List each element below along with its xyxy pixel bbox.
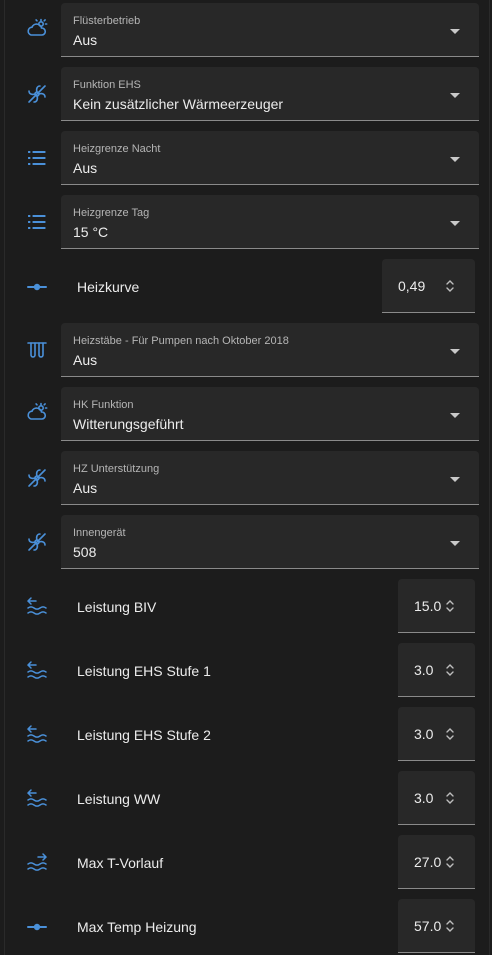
select-value: 508 [73,544,97,560]
slider-icon [23,913,51,941]
entities-card: Flüsterbetrieb Aus Funktion EHS Kein zus… [4,0,490,955]
dropdown-arrow-icon[interactable] [450,29,460,34]
dropdown-arrow-icon[interactable] [450,157,460,162]
heat-pump-off-icon [23,528,51,556]
number-value: 3.0 [414,726,434,742]
leistung-biv-input[interactable]: 15.0 [398,579,475,633]
select-label: Heizgrenze Nacht [73,143,161,155]
water-arrow-left-icon [23,593,51,621]
slider-icon [23,273,51,301]
select-label: Flüsterbetrieb [73,15,141,27]
leistung-ehs-stufe-1-input[interactable]: 3.0 [398,643,475,697]
dropdown-arrow-icon[interactable] [450,221,460,226]
number-label: Max T-Vorlauf [77,855,164,871]
number-value: 3.0 [414,790,434,806]
number-value: 0,49 [398,278,426,294]
spin-arrows-icon[interactable] [445,790,455,806]
heizgrenze-tag-select[interactable]: Heizgrenze Tag 15 °C [61,195,479,249]
hz-unterstuetzung-select[interactable]: HZ Unterstützung Aus [61,451,479,505]
innengeraet-select[interactable]: Innengerät 508 [61,515,479,569]
heizkurve-input[interactable]: 0,49 [382,259,475,313]
number-value: 57.0 [414,918,442,934]
spin-arrows-icon[interactable] [445,918,455,934]
max-temp-heizung-input[interactable]: 57.0 [398,899,475,953]
heat-pump-off-icon [23,464,51,492]
dropdown-arrow-icon[interactable] [450,93,460,98]
select-label: HZ Unterstützung [73,463,160,475]
radiator-heating-rod-icon [23,336,51,364]
spin-arrows-icon[interactable] [445,726,455,742]
weather-partly-cloudy-icon [23,400,51,428]
number-label: Max Temp Heizung [77,919,197,935]
fluesterbetrieb-select[interactable]: Flüsterbetrieb Aus [61,3,479,57]
select-value: Witterungsgeführt [73,416,184,432]
number-label: Leistung EHS Stufe 2 [77,727,211,743]
select-value: Kein zusätzlicher Wärmeerzeuger [73,96,284,112]
spin-arrows-icon[interactable] [445,278,455,294]
number-label: Leistung EHS Stufe 1 [77,663,211,679]
spin-arrows-icon[interactable] [445,662,455,678]
number-label: Leistung WW [77,791,161,807]
dropdown-arrow-icon[interactable] [450,477,460,482]
select-label: Funktion EHS [73,79,141,91]
spin-arrows-icon[interactable] [445,854,455,870]
leistung-ehs-stufe-2-input[interactable]: 3.0 [398,707,475,761]
select-value: Aus [73,480,98,496]
dropdown-arrow-icon[interactable] [450,541,460,546]
heizstaebe-select[interactable]: Heizstäbe - Für Pumpen nach Oktober 2018… [61,323,479,377]
number-value: 3.0 [414,662,434,678]
leistung-ww-input[interactable]: 3.0 [398,771,475,825]
number-value: 15.0 [414,598,442,614]
heizgrenze-nacht-select[interactable]: Heizgrenze Nacht Aus [61,131,479,185]
heat-pump-off-icon [23,80,51,108]
number-label: Heizkurve [77,279,140,295]
dropdown-arrow-icon[interactable] [450,349,460,354]
dropdown-arrow-icon[interactable] [450,413,460,418]
hk-funktion-select[interactable]: HK Funktion Witterungsgeführt [61,387,479,441]
select-label: Innengerät [73,527,126,539]
format-list-icon [23,208,51,236]
select-label: Heizgrenze Tag [73,207,150,219]
water-arrow-left-icon [23,657,51,685]
funktion-ehs-select[interactable]: Funktion EHS Kein zusätzlicher Wärmeerze… [61,67,479,121]
number-value: 27.0 [414,854,442,870]
number-label: Leistung BIV [77,599,157,615]
water-arrow-left-icon [23,721,51,749]
select-value: Aus [73,32,98,48]
format-list-icon [23,144,51,172]
weather-partly-cloudy-icon [23,16,51,44]
select-value: 15 °C [73,224,109,240]
spin-arrows-icon[interactable] [445,598,455,614]
select-label: Heizstäbe - Für Pumpen nach Oktober 2018 [73,335,289,347]
select-label: HK Funktion [73,399,134,411]
select-value: Aus [73,352,98,368]
max-t-vorlauf-input[interactable]: 27.0 [398,835,475,889]
water-arrow-left-icon [23,785,51,813]
select-value: Aus [73,160,98,176]
water-arrow-right-icon [23,849,51,877]
